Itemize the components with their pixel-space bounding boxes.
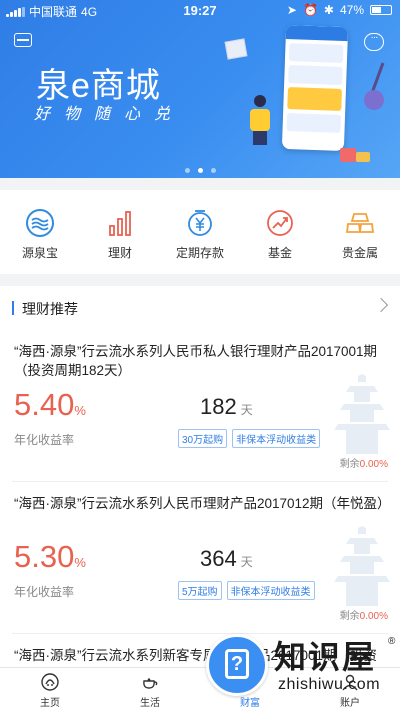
- rate-label: 年化收益率: [14, 585, 75, 599]
- bar-chart-icon: [109, 211, 131, 236]
- pagoda-watermark-icon: [334, 526, 390, 606]
- quick-nav-licai[interactable]: 理财: [80, 190, 160, 274]
- person-illustration: [246, 95, 270, 147]
- tab-label: 主页: [40, 698, 60, 709]
- section-title: 理财推荐: [22, 301, 78, 317]
- phone-illustration: [281, 24, 349, 152]
- shopping-box-illustration: [224, 38, 248, 60]
- tab-life[interactable]: 生活: [100, 668, 200, 711]
- quick-nav-label: 贵金属: [341, 246, 378, 260]
- carousel-dot-active[interactable]: [197, 168, 203, 173]
- hero-slogan: 好物随心兑: [34, 106, 185, 123]
- location-icon: ➤: [286, 3, 297, 17]
- menu-icon[interactable]: [14, 33, 32, 47]
- alarm-icon: ⏰: [302, 3, 318, 17]
- product-card[interactable]: “海西·源泉”行云流水系列人民币私人银行理财产品2017001期（投资周期182…: [12, 330, 390, 482]
- risk-type-tag: 非保本浮动收益类: [226, 581, 315, 600]
- quick-nav-fund[interactable]: 基金: [240, 190, 320, 274]
- watermark-registered: ®: [388, 636, 396, 647]
- yen-coin-icon: [188, 210, 212, 236]
- status-bar: 中国联通 4G 19:27 ➤ ⏰ ✱ 47%: [0, 0, 400, 20]
- quick-nav-fixed-deposit[interactable]: 定期存款: [160, 190, 240, 274]
- trend-up-icon: [267, 210, 293, 236]
- min-purchase-tag: 30万起购: [178, 429, 228, 448]
- watermark-cn: 知识屋: [274, 639, 377, 675]
- quick-nav-label: 源泉宝: [21, 246, 58, 260]
- product-remaining: 剩余0.00%: [339, 459, 388, 470]
- product-tags: 5万起购 非保本浮动收益类: [178, 581, 315, 600]
- rate-label: 年化收益率: [14, 433, 75, 447]
- site-watermark: ? 知识屋 ® zhishiwu.com: [200, 628, 400, 711]
- teapot-icon: [143, 678, 158, 689]
- battery-icon: [370, 5, 392, 15]
- question-badge-icon: ?: [206, 634, 268, 696]
- carousel-dot[interactable]: [184, 168, 190, 173]
- product-name: “海西·源泉”行云流水系列人民币理财产品2017012期（年悦盈）: [14, 496, 391, 511]
- carousel-indicator[interactable]: [0, 160, 400, 178]
- tab-label: 生活: [140, 698, 160, 709]
- product-name: “海西·源泉”行云流水系列人民币私人银行理财产品2017001期（投资周期182…: [14, 344, 378, 378]
- product-card[interactable]: “海西·源泉”行云流水系列人民币理财产品2017012期（年悦盈） 5.30% …: [12, 482, 391, 634]
- product-rate: 5.40%: [14, 387, 86, 422]
- gold-bars-icon: [345, 213, 375, 233]
- product-term: 364 天: [200, 546, 253, 571]
- section-accent-bar: [12, 301, 14, 315]
- product-rate: 5.30%: [14, 539, 86, 574]
- hero-banner[interactable]: 中国联通 4G 19:27 ➤ ⏰ ✱ 47% 泉e商城 好物随心兑: [0, 0, 400, 178]
- quick-nav-yuanquanbao[interactable]: 源泉宝: [0, 190, 80, 274]
- chat-icon[interactable]: [364, 32, 384, 51]
- bluetooth-icon: ✱: [323, 3, 334, 17]
- watermark-en: zhishiwu.com: [278, 676, 381, 693]
- wave-icon: [26, 209, 54, 237]
- chevron-right-icon[interactable]: [373, 297, 389, 313]
- battery-percent: 47%: [339, 3, 364, 17]
- product-term: 182 天: [200, 394, 253, 419]
- carousel-dot[interactable]: [210, 168, 216, 173]
- pagoda-watermark-icon: [334, 374, 390, 454]
- quick-nav-label: 理财: [107, 246, 132, 260]
- quick-nav: 源泉宝 理财 定期存款 基金 贵金属: [0, 190, 400, 274]
- section-header[interactable]: 理财推荐: [0, 286, 400, 330]
- quick-nav-label: 基金: [267, 246, 292, 260]
- tab-home[interactable]: 主页: [0, 668, 100, 711]
- product-remaining: 剩余0.00%: [339, 611, 388, 622]
- guitar-illustration: [364, 62, 385, 114]
- home-icon: [41, 673, 59, 691]
- quick-nav-precious-metal[interactable]: 贵金属: [320, 190, 400, 274]
- quick-nav-label: 定期存款: [175, 246, 224, 260]
- wealth-recommend-section: 理财推荐 “海西·源泉”行云流水系列人民币私人银行理财产品2017001期（投资…: [0, 286, 400, 670]
- product-tags: 30万起购 非保本浮动收益类: [178, 429, 321, 448]
- risk-type-tag: 非保本浮动收益类: [232, 429, 321, 448]
- min-purchase-tag: 5万起购: [178, 581, 222, 600]
